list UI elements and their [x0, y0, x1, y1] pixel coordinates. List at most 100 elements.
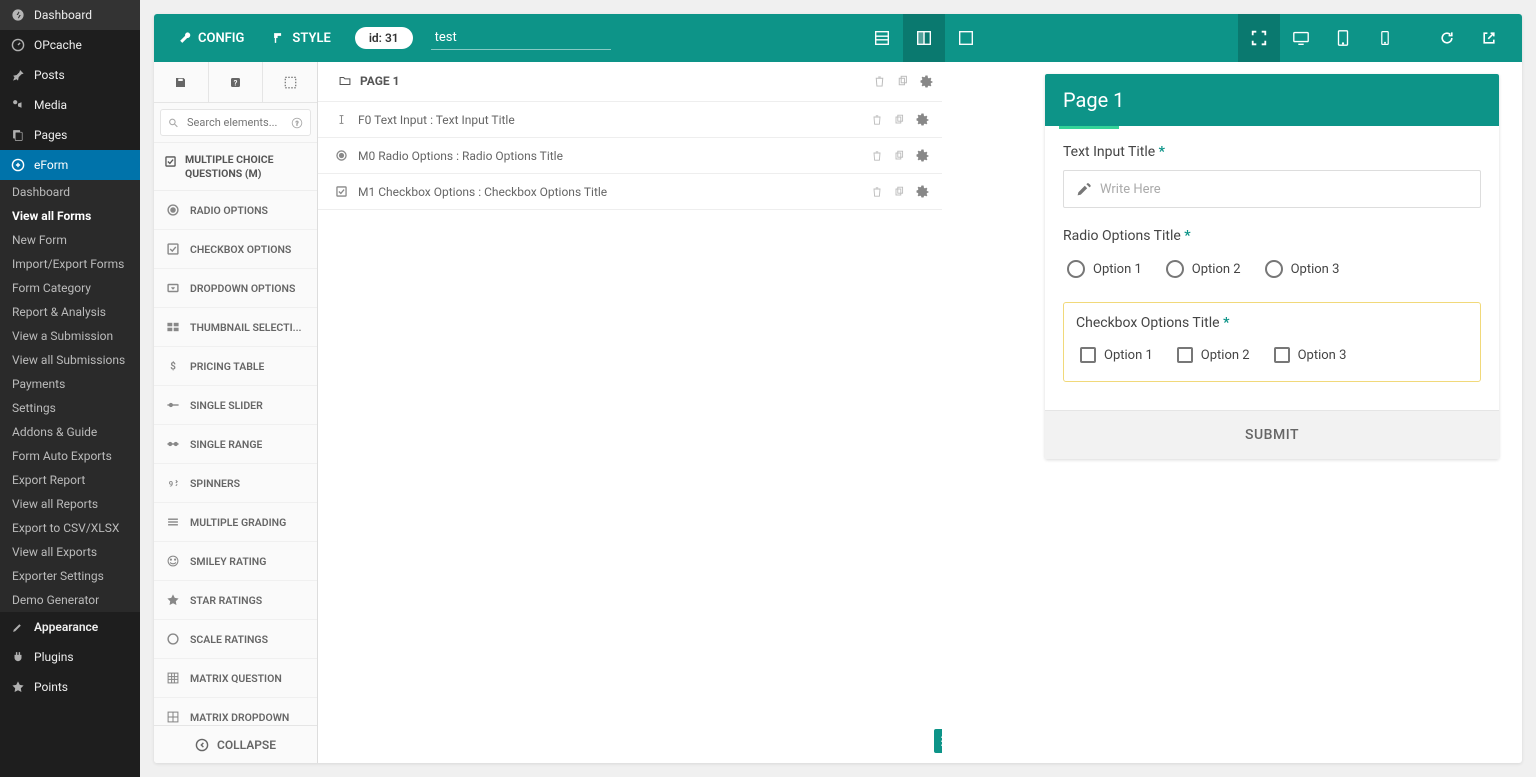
sub-payments[interactable]: Payments — [0, 372, 140, 396]
field-settings-icon[interactable] — [915, 112, 930, 127]
element-checkbox-options[interactable]: CHECKBOX OPTIONS — [154, 230, 317, 269]
device-fullscreen-button[interactable] — [1238, 14, 1280, 62]
elements-group-header[interactable]: MULTIPLE CHOICE QUESTIONS (M) — [154, 143, 317, 191]
page-tab-1[interactable]: PAGE 1 — [326, 62, 412, 102]
field-delete-icon[interactable] — [871, 150, 883, 162]
save-button[interactable] — [154, 62, 209, 102]
admin-appearance[interactable]: Appearance — [0, 612, 140, 642]
admin-media[interactable]: Media — [0, 90, 140, 120]
device-mobile-button[interactable] — [1364, 14, 1406, 62]
thumbnail-icon — [164, 318, 182, 336]
admin-posts[interactable]: Posts — [0, 60, 140, 90]
config-button[interactable]: CONFIG — [166, 23, 256, 54]
help-button[interactable]: ? — [209, 62, 264, 102]
checkbox-option-3[interactable]: Option 3 — [1274, 347, 1347, 363]
field-delete-icon[interactable] — [871, 186, 883, 198]
sub-dashboard[interactable]: Dashboard — [0, 180, 140, 204]
sub-report-analysis[interactable]: Report & Analysis — [0, 300, 140, 324]
preview-text-input[interactable]: Write Here — [1063, 170, 1481, 208]
radio-option-2[interactable]: Option 2 — [1166, 260, 1241, 278]
device-tablet-button[interactable] — [1322, 14, 1364, 62]
field-copy-icon[interactable] — [893, 150, 905, 162]
style-button[interactable]: STYLE — [260, 23, 342, 54]
preview-submit-button[interactable]: SUBMIT — [1045, 410, 1499, 459]
element-spinners[interactable]: 9SPINNERS — [154, 464, 317, 503]
view-list-button[interactable] — [861, 14, 903, 62]
sub-settings[interactable]: Settings — [0, 396, 140, 420]
admin-points[interactable]: Points — [0, 672, 140, 702]
field-text-input[interactable]: F0 Text Input : Text Input Title — [318, 102, 942, 138]
element-scale-ratings[interactable]: SCALE RATINGS — [154, 620, 317, 659]
element-multiple-grading[interactable]: MULTIPLE GRADING — [154, 503, 317, 542]
field-settings-icon[interactable] — [915, 148, 930, 163]
slider-icon — [164, 396, 182, 414]
admin-pages[interactable]: Pages — [0, 120, 140, 150]
radio-mark — [1067, 260, 1085, 278]
svg-text:?: ? — [296, 120, 299, 127]
plug-icon — [10, 649, 26, 665]
field-copy-icon[interactable] — [893, 114, 905, 126]
element-single-range[interactable]: SINGLE RANGE — [154, 425, 317, 464]
sub-export-report[interactable]: Export Report — [0, 468, 140, 492]
field-settings-icon[interactable] — [915, 184, 930, 199]
element-radio-options[interactable]: RADIO OPTIONS — [154, 191, 317, 230]
sub-new-form[interactable]: New Form — [0, 228, 140, 252]
sub-view-all-submissions[interactable]: View all Submissions — [0, 348, 140, 372]
sub-view-submission[interactable]: View a Submission — [0, 324, 140, 348]
refresh-button[interactable] — [1426, 14, 1468, 62]
field-checkbox-options[interactable]: M1 Checkbox Options : Checkbox Options T… — [318, 174, 942, 210]
sub-view-all-exports[interactable]: View all Exports — [0, 540, 140, 564]
elements-search: ? — [154, 103, 317, 143]
main-area: CONFIG STYLE id: 31 — [140, 0, 1536, 777]
field-radio-options[interactable]: M0 Radio Options : Radio Options Title — [318, 138, 942, 174]
sub-demo-generator[interactable]: Demo Generator — [0, 588, 140, 612]
element-matrix-dropdown[interactable]: MATRIX DROPDOWN — [154, 698, 317, 725]
field-copy-icon[interactable] — [893, 186, 905, 198]
page-settings-icon[interactable] — [919, 74, 934, 89]
collapse-button[interactable]: COLLAPSE — [154, 725, 317, 763]
element-matrix-question[interactable]: MATRIX QUESTION — [154, 659, 317, 698]
element-thumbnail-selection[interactable]: THUMBNAIL SELECTI... — [154, 308, 317, 347]
sub-addons-guide[interactable]: Addons & Guide — [0, 420, 140, 444]
checkbox-option-2[interactable]: Option 2 — [1177, 347, 1250, 363]
admin-sidebar: Dashboard OPcache Posts Media Pages eFor… — [0, 0, 140, 777]
view-split-button[interactable] — [903, 14, 945, 62]
sub-view-all-forms[interactable]: View all Forms — [0, 204, 140, 228]
sub-export-csv[interactable]: Export to CSV/XLSX — [0, 516, 140, 540]
elements-list: RADIO OPTIONS CHECKBOX OPTIONS DROPDOWN … — [154, 191, 317, 725]
admin-opcache[interactable]: OPcache — [0, 30, 140, 60]
view-single-button[interactable] — [945, 14, 987, 62]
search-input[interactable] — [160, 109, 311, 136]
admin-dashboard[interactable]: Dashboard — [0, 0, 140, 30]
admin-eform[interactable]: eForm — [0, 150, 140, 180]
device-desktop-button[interactable] — [1280, 14, 1322, 62]
star-rating-icon — [164, 591, 182, 609]
admin-plugins[interactable]: Plugins — [0, 642, 140, 672]
bounds-button[interactable] — [263, 62, 317, 102]
brush-icon — [10, 619, 26, 635]
sub-import-export[interactable]: Import/Export Forms — [0, 252, 140, 276]
checkbox-option-1[interactable]: Option 1 — [1080, 347, 1153, 363]
search-help-icon[interactable]: ? — [291, 117, 303, 129]
pin-icon — [10, 67, 26, 83]
page-delete-icon[interactable] — [873, 75, 886, 88]
element-single-slider[interactable]: SINGLE SLIDER — [154, 386, 317, 425]
external-link-button[interactable] — [1468, 14, 1510, 62]
scale-icon — [164, 630, 182, 648]
element-smiley-rating[interactable]: SMILEY RATING — [154, 542, 317, 581]
page-copy-icon[interactable] — [896, 75, 909, 88]
search-icon — [168, 117, 179, 128]
field-delete-icon[interactable] — [871, 114, 883, 126]
form-name-input[interactable] — [431, 26, 611, 50]
element-dropdown-options[interactable]: DROPDOWN OPTIONS — [154, 269, 317, 308]
sub-view-all-reports[interactable]: View all Reports — [0, 492, 140, 516]
resize-handle[interactable] — [934, 729, 942, 753]
element-pricing-table[interactable]: $PRICING TABLE — [154, 347, 317, 386]
checkbox-mark — [1080, 347, 1096, 363]
sub-exporter-settings[interactable]: Exporter Settings — [0, 564, 140, 588]
radio-option-3[interactable]: Option 3 — [1265, 260, 1340, 278]
sub-form-auto-exports[interactable]: Form Auto Exports — [0, 444, 140, 468]
radio-option-1[interactable]: Option 1 — [1067, 260, 1142, 278]
sub-form-category[interactable]: Form Category — [0, 276, 140, 300]
element-star-ratings[interactable]: STAR RATINGS — [154, 581, 317, 620]
